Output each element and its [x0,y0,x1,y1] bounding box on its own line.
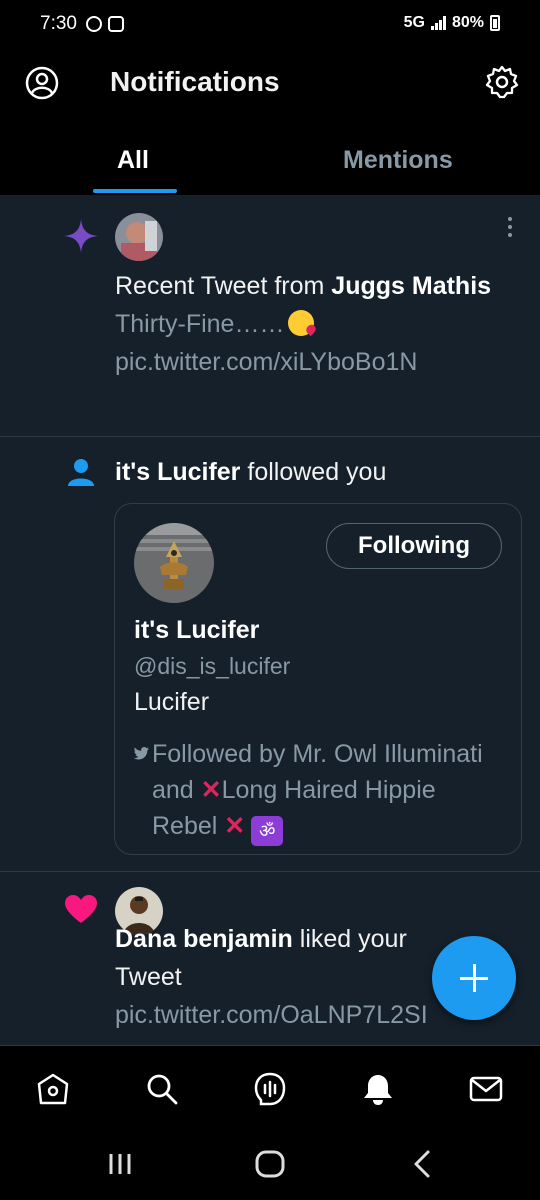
notifications-bell-icon[interactable] [361,1072,395,1106]
home-icon[interactable] [36,1072,70,1106]
settings-gear-icon[interactable] [484,64,520,100]
app-header: Notifications All Mentions [0,50,540,195]
signal-icon [430,16,446,30]
tab-bar: All Mentions [0,138,540,195]
status-bar: 7:30 5G 80% [0,0,540,50]
battery-label: 80% [451,14,484,31]
compose-tweet-button[interactable] [432,936,516,1020]
tab-mentions-label: Mentions [343,146,453,174]
search-icon[interactable] [145,1072,179,1106]
notification-item[interactable]: it's Lucifer followed you Following it's… [0,437,540,872]
tweet-link[interactable]: pic.twitter.com/OaLNP7L2SI [115,1001,428,1029]
person-icon [68,459,94,486]
notification-user[interactable]: Dana benjamin [115,925,293,953]
sparkle-icon [64,219,98,253]
network-label: 5G [403,14,425,31]
avatar[interactable] [134,523,214,603]
profile-icon[interactable] [25,66,59,100]
messenger-icon [86,16,102,32]
recent-apps-icon[interactable] [105,1149,135,1179]
messages-mail-icon[interactable] [469,1072,503,1106]
card-bio: Lucifer [134,688,210,716]
spaces-icon[interactable] [253,1072,287,1106]
om-emoji-icon: ॐ [251,816,284,846]
notification-user[interactable]: it's Lucifer [115,458,240,486]
red-x-emoji-icon: ✕ [224,812,246,840]
avatar[interactable] [115,213,163,261]
notification-action: followed you [240,458,387,486]
tweet-link[interactable]: pic.twitter.com/xiLYboBo1N [115,348,417,376]
gallery-icon [108,16,124,32]
battery-icon [490,15,500,31]
heart-icon [65,895,97,923]
following-button[interactable]: Following [326,523,502,569]
tab-all[interactable]: All [0,138,270,195]
back-icon[interactable] [410,1149,434,1179]
more-options-icon[interactable] [508,217,514,237]
tweet-text: Thirty-Fine…… [115,310,285,338]
notifications-feed: Recent Tweet from Juggs Mathis Thirty-Fi… [0,195,540,1045]
kiss-emoji-icon [288,310,315,336]
card-name[interactable]: it's Lucifer [134,616,259,645]
page-title: Notifications [110,66,280,97]
tab-mentions[interactable]: Mentions [270,138,540,195]
active-tab-indicator [93,189,177,193]
notification-action: liked your [292,925,407,953]
notification-item[interactable]: Recent Tweet from Juggs Mathis Thirty-Fi… [0,195,540,437]
system-nav-bar [0,1131,540,1200]
notification-line2: Tweet [115,963,182,991]
twitter-bird-icon [134,747,149,760]
bottom-nav [0,1045,540,1131]
user-card[interactable]: Following it's Lucifer @dis_is_lucifer L… [114,503,522,855]
status-time: 7:30 [40,13,77,34]
red-x-emoji-icon: ✕ [200,776,222,804]
card-handle: @dis_is_lucifer [134,653,291,679]
followed-by-text: Followed by Mr. Owl Illuminati and ✕Long… [134,736,504,846]
tab-all-label: All [117,146,149,174]
notification-user[interactable]: Juggs Mathis [331,272,491,300]
home-button-icon[interactable] [254,1149,286,1179]
notification-prefix: Recent Tweet from [115,272,332,300]
